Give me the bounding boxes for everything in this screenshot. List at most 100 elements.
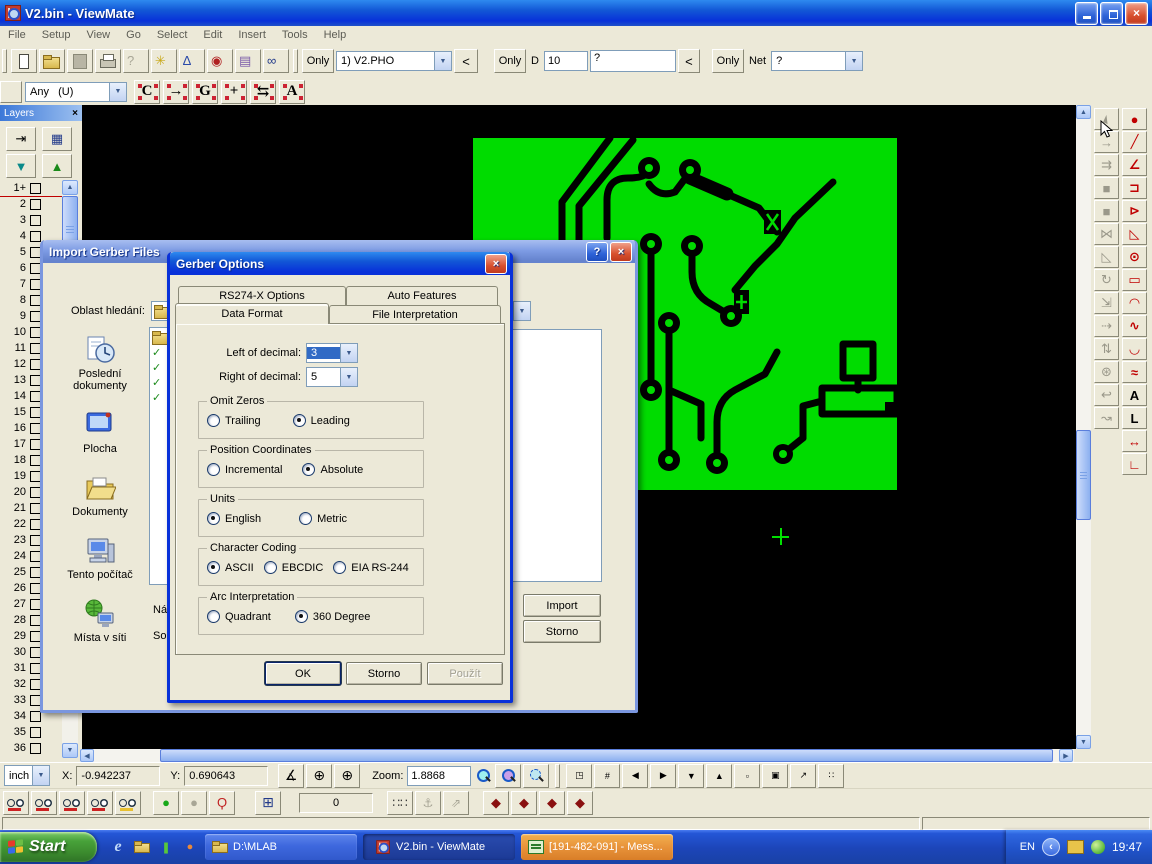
net-combo[interactable]: ? ▼ — [771, 51, 863, 71]
filled-rect-icon[interactable]: ■ — [1094, 177, 1119, 199]
dcode-query-field[interactable]: ? — [590, 50, 676, 72]
layer-row[interactable]: 1+ — [0, 180, 62, 196]
taskbar-task-folder[interactable]: D:\MLAB — [205, 834, 357, 860]
chevron-down-icon[interactable]: ▼ — [513, 302, 530, 320]
layer-color-swatch[interactable] — [30, 711, 41, 722]
scroll-down-icon[interactable]: ▼ — [62, 743, 78, 758]
draw-label-icon[interactable]: L — [1122, 407, 1147, 429]
flash-select-icon[interactable]: ◆ — [483, 791, 509, 815]
draw-corner-icon[interactable]: ∟ — [1122, 453, 1147, 475]
quick-folder-icon[interactable] — [133, 838, 151, 856]
grid-toggle-icon[interactable]: # — [594, 764, 620, 788]
radio-option[interactable]: 360 Degree — [295, 610, 371, 623]
stretch-select-icon[interactable]: ↗ — [790, 764, 816, 788]
chevron-down-icon[interactable]: ▼ — [32, 766, 49, 785]
chevron-down-icon[interactable]: ▼ — [434, 52, 451, 70]
layer-color-swatch[interactable] — [30, 215, 41, 226]
measure-icon[interactable]: ∆ — [179, 49, 205, 73]
view-traces-glasses-icon[interactable] — [87, 791, 113, 815]
examine-glasses-icon[interactable]: ∞ — [263, 49, 289, 73]
layer-color-swatch[interactable] — [30, 199, 41, 210]
radio-icon[interactable] — [333, 561, 346, 574]
locate-target-icon[interactable]: ⊕ — [334, 764, 360, 788]
select-dcode-c-button[interactable]: C — [134, 80, 160, 104]
ok-button[interactable]: OK — [265, 662, 341, 685]
scale-icon[interactable]: ⇲ — [1094, 292, 1119, 314]
place-item[interactable]: Plocha — [55, 410, 145, 455]
scroll-right-icon[interactable]: ▶ — [1059, 749, 1073, 762]
draw-curve-icon[interactable]: ∿ — [1122, 315, 1147, 337]
mirror-vertical-icon[interactable]: ◺ — [1094, 246, 1119, 268]
layer-row[interactable]: 3 — [0, 212, 62, 228]
only-net-button[interactable]: Only — [712, 49, 744, 73]
view-shapes-glasses-icon[interactable] — [59, 791, 85, 815]
internet-explorer-icon[interactable]: e — [109, 838, 127, 856]
layer-color-swatch[interactable] — [30, 727, 41, 738]
canvas-horizontal-scrollbar[interactable]: ◀ ▶ — [80, 749, 1074, 762]
mirror-horizontal-icon[interactable]: ⋈ — [1094, 223, 1119, 245]
left-of-decimal-combo[interactable]: 3 ▼ — [306, 343, 358, 363]
select-group-g-button[interactable]: G — [192, 80, 218, 104]
film-layers-icon[interactable]: ▤ — [235, 49, 261, 73]
selector-combo[interactable]: Any (U) ▼ — [25, 82, 127, 102]
window-titlebar[interactable]: V2.bin - ViewMate × — [0, 0, 1152, 26]
radio-option[interactable]: Leading — [293, 414, 350, 427]
pan-right-icon[interactable]: ▶ — [650, 764, 676, 788]
scroll-left-icon[interactable]: ◀ — [80, 749, 94, 762]
draw-line-icon[interactable]: ╱ — [1122, 131, 1147, 153]
layer-row[interactable]: 35 — [0, 724, 62, 740]
snap-point-icon[interactable]: ◉ — [207, 49, 233, 73]
scroll-down-icon[interactable]: ▼ — [1076, 735, 1091, 749]
menu-item[interactable]: Go — [118, 29, 149, 41]
cancel-button[interactable]: Storno — [346, 662, 422, 685]
draw-dimension-icon[interactable]: ↔ — [1122, 430, 1147, 452]
clock[interactable]: 19:47 — [1112, 840, 1142, 854]
tray-messenger-icon[interactable] — [1091, 840, 1105, 854]
cancel-button[interactable]: Storno — [523, 620, 601, 643]
highlight-off-icon[interactable]: ● — [181, 791, 207, 815]
move-shape-icon[interactable]: ⇢ — [1094, 315, 1119, 337]
zoom-window-icon[interactable] — [495, 764, 521, 788]
place-item[interactable]: Poslední dokumenty — [55, 335, 145, 392]
prev-layer-button[interactable]: < — [454, 49, 478, 73]
select-goto-arrow-button[interactable]: → — [163, 80, 189, 104]
scroll-up-icon[interactable]: ▲ — [1076, 105, 1091, 119]
dcode-input[interactable]: 10 — [544, 51, 588, 71]
clip-select-icon[interactable]: ∷ — [818, 764, 844, 788]
layer-move-up-button[interactable]: ▲ — [42, 154, 72, 178]
firefox-icon[interactable]: ● — [181, 838, 199, 856]
reader-icon[interactable]: ❚ — [157, 838, 175, 856]
draw-ref-arrow-icon[interactable]: ⊳ — [1122, 200, 1147, 222]
close-icon[interactable]: × — [72, 108, 78, 119]
undo-icon[interactable]: ↩ — [1094, 384, 1119, 406]
chevron-down-icon[interactable]: ▼ — [109, 83, 126, 101]
menu-item[interactable]: Help — [316, 29, 355, 41]
taskbar-task-viewmate[interactable]: V2.bin - ViewMate — [363, 834, 515, 860]
toolbar-grip[interactable] — [293, 49, 298, 73]
start-button[interactable]: Start — [0, 832, 97, 862]
tray-mail-icon[interactable] — [1067, 840, 1084, 854]
align-icon[interactable]: ⇅ — [1094, 338, 1119, 360]
freehand-icon[interactable]: ↝ — [1094, 407, 1119, 429]
draw-rectangle-icon[interactable]: ▭ — [1122, 269, 1147, 291]
flash-aperture-icon[interactable]: ✳ — [151, 49, 177, 73]
toolbar-grip[interactable] — [2, 49, 7, 73]
vector-jump-icon[interactable]: ⇗ — [443, 791, 469, 815]
marker-pin-icon[interactable]: Ϙ — [209, 791, 235, 815]
radio-icon[interactable] — [207, 610, 220, 623]
menu-item[interactable]: Setup — [34, 29, 79, 41]
menu-item[interactable]: Select — [149, 29, 196, 41]
right-of-decimal-combo[interactable]: 5 ▼ — [306, 367, 358, 387]
view-pads-glasses-icon[interactable] — [3, 791, 29, 815]
select-text-a-button[interactable]: A — [279, 80, 305, 104]
close-icon[interactable]: × — [610, 242, 632, 262]
radio-icon[interactable] — [207, 463, 220, 476]
step-origin-icon[interactable]: ▫ — [734, 764, 760, 788]
pan-up-icon[interactable]: ▲ — [706, 764, 732, 788]
taskbar-task-message[interactable]: [191-482-091] - Mess... — [521, 834, 673, 860]
filled-rect2-icon[interactable]: ■ — [1094, 200, 1119, 222]
radio-icon[interactable] — [207, 414, 220, 427]
layer-combo[interactable]: 1) V2.PHO ▼ — [336, 51, 452, 71]
tray-collapse-icon[interactable]: ‹ — [1042, 838, 1060, 856]
radio-option[interactable]: EIA RS-244 — [333, 561, 408, 574]
